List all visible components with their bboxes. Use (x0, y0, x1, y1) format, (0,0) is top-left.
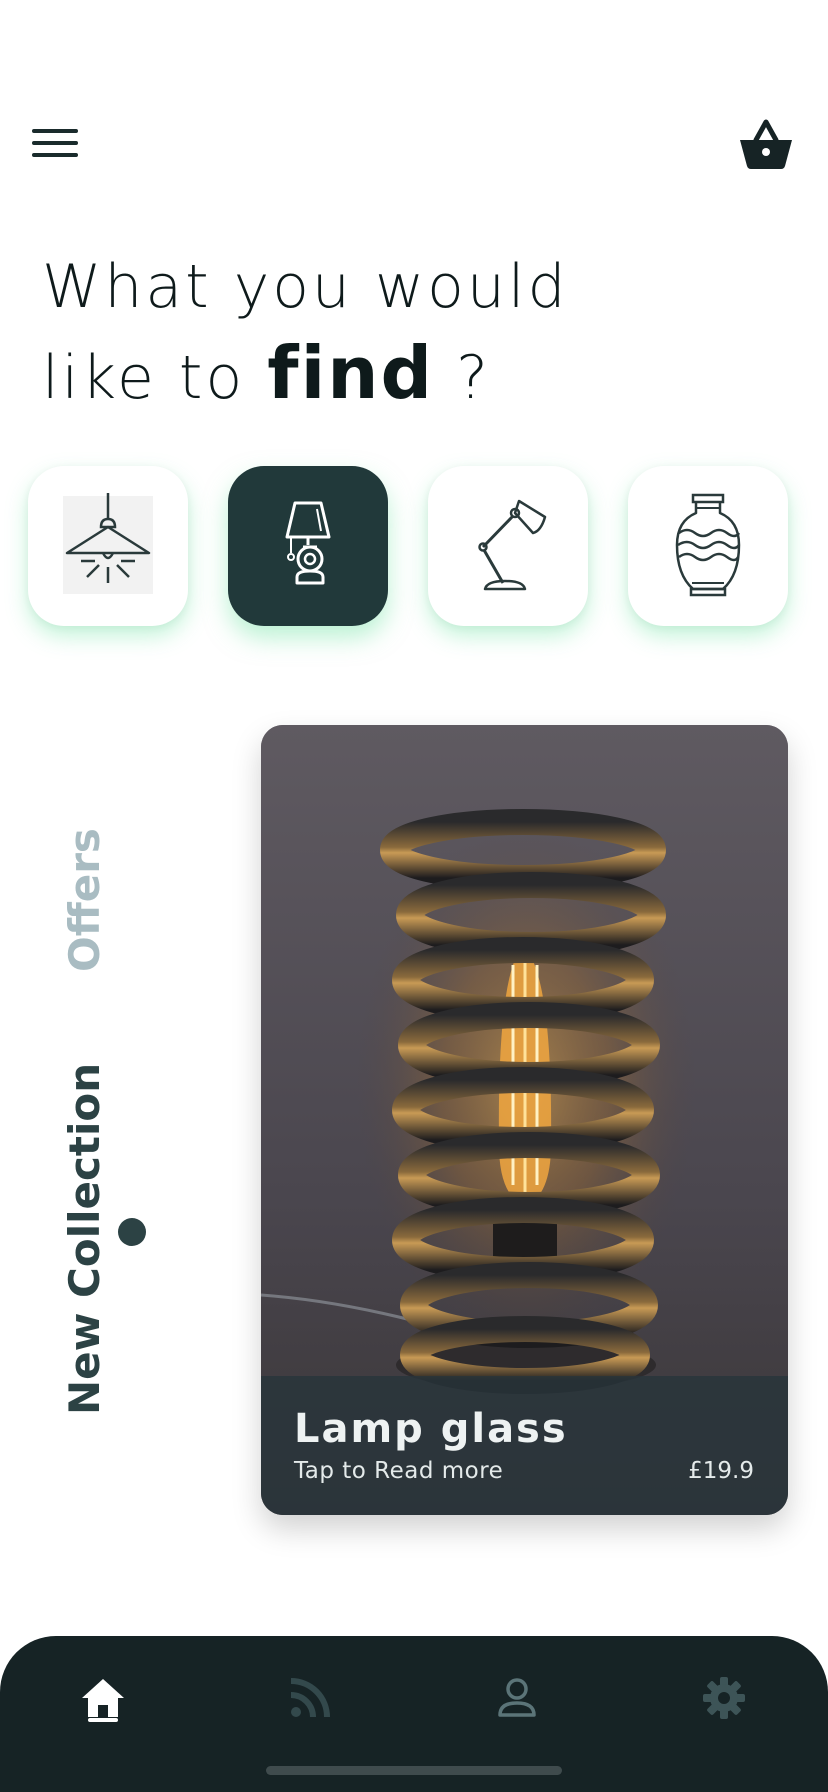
vase-icon (675, 493, 741, 597)
headline-line-1: What you would (42, 252, 569, 322)
table-lamp-icon (285, 501, 331, 585)
product-info-panel: Lamp glass Tap to Read more £19.9 (261, 1376, 788, 1515)
nav-feed[interactable] (270, 1658, 350, 1738)
category-table-lamp[interactable] (228, 466, 388, 626)
category-desk-lamp[interactable] (428, 466, 588, 626)
collection-tabs: Offers New Collection (60, 800, 170, 1440)
category-selector (28, 466, 790, 626)
home-indicator (266, 1766, 562, 1775)
ceiling-lamp-icon (63, 493, 153, 594)
headline-line-2: like to find ? (42, 330, 569, 421)
nav-home[interactable] (63, 1658, 143, 1738)
nav-active-indicator (88, 1718, 118, 1722)
settings-gear-icon (703, 1677, 745, 1719)
headline-suffix: ? (434, 343, 491, 413)
menu-line (32, 141, 78, 145)
rss-feed-icon (290, 1678, 330, 1718)
nav-settings[interactable] (684, 1658, 764, 1738)
menu-line (32, 129, 78, 133)
headline-emphasis: find (267, 331, 435, 415)
bottom-navigation (0, 1636, 828, 1792)
tab-offers[interactable]: Offers (60, 828, 109, 972)
product-card[interactable]: Lamp glass Tap to Read more £19.9 (261, 725, 788, 1515)
category-vase[interactable] (628, 466, 788, 626)
home-icon (82, 1679, 124, 1717)
selected-tab-indicator (118, 1218, 146, 1246)
tab-new-collection[interactable]: New Collection (60, 1063, 109, 1415)
menu-line (32, 153, 78, 157)
desk-lamp-icon (478, 499, 547, 591)
nav-profile[interactable] (477, 1658, 557, 1738)
read-more-link[interactable]: Tap to Read more (294, 1458, 503, 1484)
headline-prefix: like to (42, 343, 268, 413)
category-ceiling-lamp[interactable] (28, 466, 188, 626)
shopping-basket-icon (740, 119, 792, 169)
cart-button[interactable] (736, 112, 796, 172)
product-name: Lamp glass (294, 1406, 568, 1452)
page-headline: What you would like to find ? (42, 244, 569, 421)
product-price: £19.9 (688, 1458, 754, 1484)
profile-icon (498, 1678, 536, 1717)
menu-button[interactable] (32, 126, 80, 162)
